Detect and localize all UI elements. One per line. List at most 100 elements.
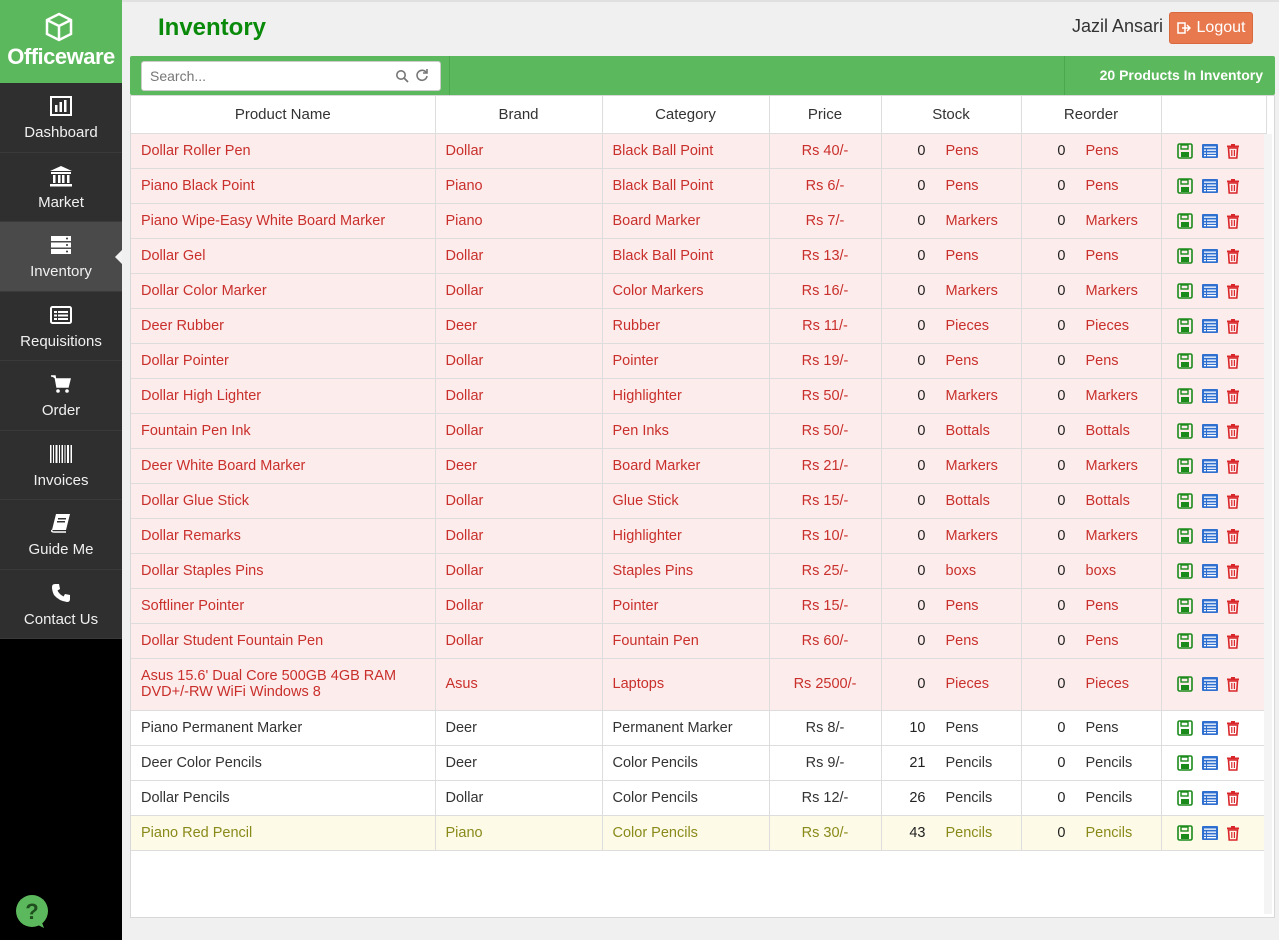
details-icon[interactable] bbox=[1201, 423, 1218, 439]
delete-icon[interactable] bbox=[1225, 563, 1241, 579]
table-row[interactable]: Dollar Color Marker Dollar Color Markers Rs… bbox=[131, 273, 1267, 309]
delete-icon[interactable] bbox=[1225, 598, 1241, 614]
table-row[interactable]: Dollar Student Fountain Pen Dollar Fountai… bbox=[131, 623, 1267, 659]
table-scrollbar[interactable] bbox=[1264, 134, 1272, 914]
details-icon[interactable] bbox=[1201, 213, 1218, 229]
save-icon[interactable] bbox=[1176, 177, 1193, 194]
save-icon[interactable] bbox=[1176, 212, 1193, 229]
table-row[interactable]: Softliner Pointer Dollar Pointer Rs 15/- 0 Pe… bbox=[131, 588, 1267, 624]
save-icon[interactable] bbox=[1176, 632, 1193, 649]
sidebar-item-market[interactable]: Market bbox=[0, 152, 122, 222]
delete-icon[interactable] bbox=[1225, 493, 1241, 509]
delete-icon[interactable] bbox=[1225, 143, 1241, 159]
table-row[interactable]: Deer Color Pencils Deer Color Pencils Rs 9/… bbox=[131, 745, 1267, 781]
delete-icon[interactable] bbox=[1225, 248, 1241, 264]
table-row[interactable]: Dollar Roller Pen Dollar Black Ball Point R… bbox=[131, 133, 1267, 169]
save-icon[interactable] bbox=[1176, 352, 1193, 369]
table-row[interactable]: Dollar Pointer Dollar Pointer Rs 19/- 0 Pens 0… bbox=[131, 343, 1267, 379]
details-icon[interactable] bbox=[1201, 458, 1218, 474]
col-header-brand[interactable]: Brand bbox=[435, 96, 603, 134]
save-icon[interactable] bbox=[1176, 387, 1193, 404]
save-icon[interactable] bbox=[1176, 317, 1193, 334]
details-icon[interactable] bbox=[1201, 248, 1218, 264]
details-icon[interactable] bbox=[1201, 318, 1218, 334]
delete-icon[interactable] bbox=[1225, 755, 1241, 771]
col-header-product-name[interactable]: Product Name bbox=[131, 96, 436, 134]
search-icon[interactable] bbox=[395, 69, 409, 83]
delete-icon[interactable] bbox=[1225, 423, 1241, 439]
details-icon[interactable] bbox=[1201, 353, 1218, 369]
details-icon[interactable] bbox=[1201, 676, 1218, 692]
table-row[interactable]: Dollar Glue Stick Dollar Glue Stick Rs 15/-… bbox=[131, 483, 1267, 519]
table-row[interactable]: Fountain Pen Ink Dollar Pen Inks Rs 50/- 0 Bo… bbox=[131, 413, 1267, 449]
refresh-icon[interactable] bbox=[415, 68, 429, 82]
details-icon[interactable] bbox=[1201, 388, 1218, 404]
save-icon[interactable] bbox=[1176, 422, 1193, 439]
details-icon[interactable] bbox=[1201, 598, 1218, 614]
delete-icon[interactable] bbox=[1225, 676, 1241, 692]
table-row[interactable]: Piano Red Pencil Piano Color Pencils Rs 30/… bbox=[131, 815, 1267, 851]
table-row[interactable]: Dollar Pencils Dollar Color Pencils Rs 12/-… bbox=[131, 780, 1267, 816]
table-row[interactable]: Dollar Gel Dollar Black Ball Point Rs 13/- 0… bbox=[131, 238, 1267, 274]
delete-icon[interactable] bbox=[1225, 178, 1241, 194]
sidebar-item-dashboard[interactable]: Dashboard bbox=[0, 83, 122, 153]
save-icon[interactable] bbox=[1176, 824, 1193, 841]
delete-icon[interactable] bbox=[1225, 528, 1241, 544]
save-icon[interactable] bbox=[1176, 142, 1193, 159]
save-icon[interactable] bbox=[1176, 527, 1193, 544]
logout-button[interactable]: Logout bbox=[1169, 12, 1253, 44]
save-icon[interactable] bbox=[1176, 282, 1193, 299]
col-header-price[interactable]: Price bbox=[769, 96, 882, 134]
delete-icon[interactable] bbox=[1225, 720, 1241, 736]
details-icon[interactable] bbox=[1201, 755, 1218, 771]
table-row[interactable]: Dollar High Lighter Dollar Highlighter Rs 5… bbox=[131, 378, 1267, 414]
delete-icon[interactable] bbox=[1225, 283, 1241, 299]
details-icon[interactable] bbox=[1201, 178, 1218, 194]
delete-icon[interactable] bbox=[1225, 318, 1241, 334]
sidebar-item-guide-me[interactable]: Guide Me bbox=[0, 500, 122, 570]
save-icon[interactable] bbox=[1176, 597, 1193, 614]
details-icon[interactable] bbox=[1201, 825, 1218, 841]
save-icon[interactable] bbox=[1176, 492, 1193, 509]
save-icon[interactable] bbox=[1176, 676, 1193, 692]
table-row[interactable]: Deer White Board Marker Deer Board Marker R… bbox=[131, 448, 1267, 484]
sidebar-item-invoices[interactable]: Invoices bbox=[0, 430, 122, 500]
delete-icon[interactable] bbox=[1225, 388, 1241, 404]
table-row[interactable]: Piano Permanent Marker Deer Permanent Mark… bbox=[131, 710, 1267, 746]
help-icon[interactable]: ? bbox=[14, 894, 50, 930]
details-icon[interactable] bbox=[1201, 493, 1218, 509]
table-row[interactable]: Asus 15.6' Dual Core 500GB 4GB RAM DVD+/… bbox=[131, 658, 1267, 711]
delete-icon[interactable] bbox=[1225, 825, 1241, 841]
save-icon[interactable] bbox=[1176, 789, 1193, 806]
details-icon[interactable] bbox=[1201, 563, 1218, 579]
delete-icon[interactable] bbox=[1225, 353, 1241, 369]
col-header-stock[interactable]: Stock bbox=[881, 96, 1022, 134]
details-icon[interactable] bbox=[1201, 143, 1218, 159]
table-row[interactable]: Piano Black Point Piano Black Ball Point Rs… bbox=[131, 168, 1267, 204]
brand-logo[interactable]: Officeware bbox=[0, 0, 122, 83]
details-icon[interactable] bbox=[1201, 283, 1218, 299]
save-icon[interactable] bbox=[1176, 457, 1193, 474]
sidebar-item-order[interactable]: Order bbox=[0, 361, 122, 431]
table-row[interactable]: Dollar Staples Pins Dollar Staples Pins Rs … bbox=[131, 553, 1267, 589]
delete-icon[interactable] bbox=[1225, 633, 1241, 649]
details-icon[interactable] bbox=[1201, 790, 1218, 806]
details-icon[interactable] bbox=[1201, 633, 1218, 649]
delete-icon[interactable] bbox=[1225, 213, 1241, 229]
save-icon[interactable] bbox=[1176, 719, 1193, 736]
sidebar-item-requisitions[interactable]: Requisitions bbox=[0, 291, 122, 361]
table-row[interactable]: Deer Rubber Deer Rubber Rs 11/- 0 Pieces 0 Piec… bbox=[131, 308, 1267, 344]
save-icon[interactable] bbox=[1176, 562, 1193, 579]
table-row[interactable]: Dollar Remarks Dollar Highlighter Rs 10/- 0 M… bbox=[131, 518, 1267, 554]
sidebar-item-contact-us[interactable]: Contact Us bbox=[0, 569, 122, 639]
delete-icon[interactable] bbox=[1225, 458, 1241, 474]
search-input[interactable] bbox=[150, 66, 390, 86]
sidebar-item-inventory[interactable]: Inventory bbox=[0, 222, 122, 292]
delete-icon[interactable] bbox=[1225, 790, 1241, 806]
save-icon[interactable] bbox=[1176, 754, 1193, 771]
col-header-category[interactable]: Category bbox=[602, 96, 770, 134]
details-icon[interactable] bbox=[1201, 720, 1218, 736]
details-icon[interactable] bbox=[1201, 528, 1218, 544]
save-icon[interactable] bbox=[1176, 247, 1193, 264]
table-row[interactable]: Piano Wipe-Easy White Board Marker Piano B… bbox=[131, 203, 1267, 239]
